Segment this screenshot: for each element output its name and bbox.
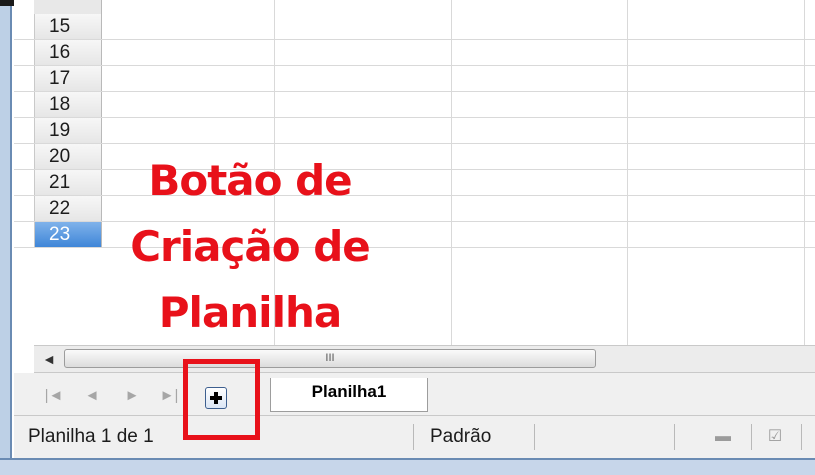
previous-sheet-icon[interactable]: ◄ [82,386,102,406]
window-frame-corner [0,0,14,6]
window-frame-left [0,0,12,475]
document-modified-icon[interactable]: ☑ [766,428,784,446]
table-row[interactable]: 16 [14,40,815,66]
next-sheet-icon[interactable]: ► [122,386,142,406]
status-bar: Planilha 1 de 1 Padrão ▬ ☑ [14,415,815,458]
status-divider [534,424,535,450]
annotation-line: Criação de [130,222,371,271]
sheet-position-status: Planilha 1 de 1 [28,426,154,447]
row-header[interactable]: 16 [34,40,102,65]
row-header[interactable]: 20 [34,144,102,169]
annotation-label: Botão de Criação de Planilha [100,148,400,346]
row-header[interactable]: 17 [34,66,102,91]
scrollbar-thumb[interactable]: III [64,349,596,368]
row-header[interactable]: 21 [34,170,102,195]
row-header[interactable]: 18 [34,92,102,117]
scroll-left-arrow-icon[interactable]: ◄ [34,346,64,372]
status-divider [674,424,675,450]
insert-mode-icon[interactable]: ▬ [714,428,732,446]
row-header-top [34,0,102,14]
annotation-line: Planilha [158,288,342,337]
sheet-tab-bar: |◄ ◄ ► ►| Planilha1 [14,373,815,415]
horizontal-scrollbar[interactable]: ◄ III [34,345,815,373]
sheet-tab-planilha1[interactable]: Planilha1 [270,378,428,412]
first-sheet-icon[interactable]: |◄ [44,386,64,406]
page-style-status[interactable]: Padrão [430,416,491,458]
last-sheet-icon[interactable]: ►| [159,386,179,406]
row-header-selected[interactable]: 23 [34,222,102,247]
row-header[interactable]: 22 [34,196,102,221]
table-row[interactable]: 15 [14,14,815,40]
grip-icon: III [325,352,335,364]
table-row[interactable]: 17 [14,66,815,92]
status-divider [413,424,414,450]
table-row[interactable]: 19 [14,118,815,144]
annotation-highlight-box [183,359,260,440]
table-row[interactable]: 18 [14,92,815,118]
row-header[interactable]: 19 [34,118,102,143]
window-frame-bottom [0,458,815,475]
status-divider [801,424,802,450]
annotation-line: Botão de [148,156,352,205]
status-divider [751,424,752,450]
row-header[interactable]: 15 [34,14,102,39]
